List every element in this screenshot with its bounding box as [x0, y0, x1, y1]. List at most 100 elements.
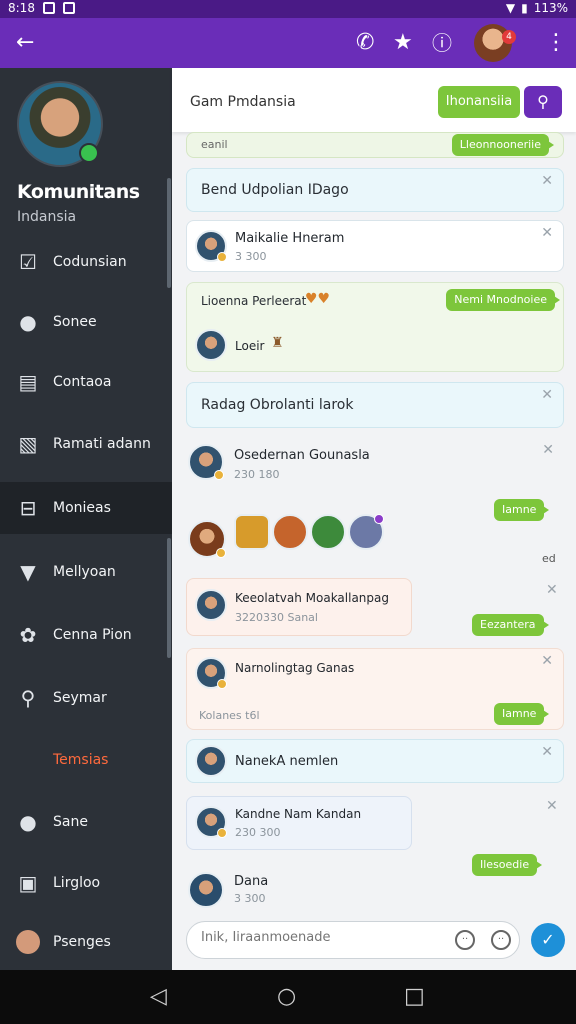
- close-icon[interactable]: ✕: [541, 225, 553, 241]
- item-title: Bend Udpolian IDago: [201, 182, 349, 198]
- sidebar-item-label: Mellyoan: [53, 564, 116, 580]
- sidebar-item-temsias[interactable]: Temsias: [0, 734, 172, 786]
- list-item[interactable]: Bend Udpolian IDago ✕: [186, 168, 564, 212]
- sidebar-item-sonee[interactable]: ● Sonee: [0, 296, 172, 348]
- status-pill[interactable]: Lleonnooneriie: [451, 134, 555, 156]
- close-icon[interactable]: ✕: [541, 653, 553, 669]
- emoji-icon: ♥♥: [305, 291, 331, 307]
- sidebar-item-mellyoan[interactable]: ▼ Mellyoan: [0, 546, 172, 598]
- item-title: Radag Obrolanti larok: [201, 397, 354, 413]
- status-pill[interactable]: Iamne: [494, 703, 550, 725]
- search-person-icon[interactable]: ⚲: [524, 86, 562, 118]
- scrollbar[interactable]: [167, 538, 171, 658]
- item-meta: 3220330 Sanal: [235, 611, 318, 624]
- recents-icon[interactable]: □: [404, 984, 425, 1010]
- info-icon[interactable]: ⓘ: [432, 31, 452, 55]
- more-vertical-icon[interactable]: ⋮: [545, 31, 567, 55]
- sidebar-item-label: Sonee: [53, 314, 97, 330]
- list-item[interactable]: Osedernan Gounasla 230 180 ✕: [186, 438, 564, 488]
- status-dot-icon: [217, 679, 227, 689]
- sidebar-item-codunsian[interactable]: ☑ Codunsian: [0, 236, 172, 288]
- group-icon: ▣: [18, 871, 38, 895]
- sidebar-item-contaoa[interactable]: ▤ Contaoa: [0, 356, 172, 408]
- message-input[interactable]: [201, 930, 441, 945]
- sidebar-title: Komunitans: [17, 181, 140, 203]
- close-icon[interactable]: ✕: [546, 582, 558, 598]
- sidebar-item-label: Cenna Pion: [53, 627, 132, 643]
- sidebar-item-seymar[interactable]: ⚲ Seymar: [0, 672, 172, 724]
- back-arrow-icon[interactable]: ←: [16, 31, 34, 55]
- sidebar-item-label: Codunsian: [53, 254, 127, 270]
- avatar: [188, 872, 224, 908]
- sidebar-item-label: Seymar: [53, 690, 107, 706]
- send-button[interactable]: ✓: [531, 923, 565, 957]
- list-item[interactable]: Radag Obrolanti larok ✕: [186, 382, 564, 428]
- item-name: NanekA nemlen: [235, 754, 339, 769]
- item-meta: 230 300: [235, 826, 281, 839]
- sidebar-item-lirgloo[interactable]: ▣ Lirgloo: [0, 857, 172, 909]
- list-item[interactable]: Keeolatvah Moakallanpag 3220330 Sanal: [186, 578, 412, 636]
- avatar[interactable]: [188, 520, 226, 558]
- sidebar-item-sane[interactable]: ● Sane: [0, 796, 172, 848]
- back-icon[interactable]: ◁: [150, 984, 167, 1010]
- status-dot-icon: [374, 514, 384, 524]
- avatar[interactable]: [272, 514, 308, 550]
- close-icon[interactable]: ✕: [541, 173, 553, 189]
- group-header: Gam Pmdansia Ihonansiia ⚲: [172, 68, 576, 132]
- status-pill[interactable]: Nemi Mnodnoiee: [446, 289, 560, 311]
- avatar[interactable]: [348, 514, 384, 550]
- sticker-icon[interactable]: ··: [491, 930, 511, 950]
- item-name: Maikalie Hneram: [235, 231, 345, 246]
- item-name: Dana: [234, 874, 269, 889]
- avatar: [195, 329, 227, 361]
- sidebar-item-psenges[interactable]: Psenges: [0, 916, 172, 968]
- user-avatar[interactable]: 4: [474, 24, 516, 62]
- close-icon[interactable]: ✕: [546, 798, 558, 814]
- sidebar-subtitle: Indansia: [17, 209, 77, 225]
- close-icon[interactable]: ✕: [541, 387, 553, 403]
- message-composer: ·· ··: [186, 921, 520, 959]
- system-nav-bar: ◁ ○ □: [0, 970, 576, 1024]
- list-item[interactable]: Lioenna Perleerat ♥♥ Nemi Mnodnoiee Loei…: [186, 282, 564, 372]
- status-pill[interactable]: Iamne: [494, 499, 550, 521]
- avatar: [188, 444, 224, 480]
- avatar: [195, 806, 227, 838]
- avatar[interactable]: [310, 514, 346, 550]
- sidebar-item-label: Ramati adann: [53, 436, 151, 452]
- emoji-icon[interactable]: ··: [455, 930, 475, 950]
- phone-icon[interactable]: ✆: [356, 31, 374, 55]
- sidebar-item-monieas[interactable]: ⊟ Monieas: [0, 482, 172, 534]
- sidebar-item-label: Sane: [53, 814, 88, 830]
- scrollbar[interactable]: [167, 178, 171, 288]
- sidebar-item-cenna-pion[interactable]: ✿ Cenna Pion: [0, 609, 172, 661]
- profile-avatar[interactable]: [17, 81, 103, 167]
- check-icon: [62, 2, 75, 14]
- list-item[interactable]: NanekA nemlen ✕: [186, 739, 564, 783]
- sidebar-item-label: Contaoa: [53, 374, 112, 390]
- sidebar: Komunitans Indansia ☑ Codunsian ● Sonee …: [0, 68, 172, 970]
- item-label: eanil: [201, 138, 228, 151]
- close-icon[interactable]: ✕: [541, 744, 553, 760]
- status-time: 8:18: [8, 1, 35, 15]
- status-dot-icon: [217, 828, 227, 838]
- close-icon[interactable]: ✕: [542, 442, 554, 458]
- status-pill[interactable]: Eezantera: [472, 614, 549, 636]
- sidebar-item-ramati-adann[interactable]: ▧ Ramati adann: [0, 418, 172, 470]
- sidebar-item-label: Lirgloo: [53, 875, 101, 891]
- screen: 8:18 ▼ ▮ 113% ← ✆ ★ ⓘ 4 ⋮ Komunitans Ind…: [0, 0, 576, 1024]
- wifi-icon: ▼: [505, 1, 516, 15]
- star-icon[interactable]: ★: [393, 31, 413, 55]
- list-item[interactable]: Kandne Nam Kandan 230 300: [186, 796, 412, 850]
- battery-level: 113%: [533, 1, 568, 15]
- item-name: Osedernan Gounasla: [234, 448, 370, 463]
- avatar: [195, 657, 227, 689]
- list-item[interactable]: Maikalie Hneram 3 300 ✕: [186, 220, 564, 272]
- primary-button[interactable]: Ihonansiia: [438, 86, 520, 118]
- avatar[interactable]: [234, 514, 270, 550]
- list-item[interactable]: eanil Lleonnooneriie: [186, 132, 564, 158]
- home-icon[interactable]: ○: [277, 984, 296, 1010]
- read-receipt-mark: ed: [542, 552, 556, 565]
- list-item[interactable]: Dana 3 300: [186, 866, 564, 912]
- sidebar-item-label: Monieas: [53, 500, 111, 516]
- document-icon: ▤: [18, 370, 38, 394]
